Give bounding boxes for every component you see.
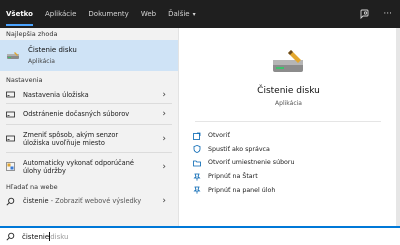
results-panel: Najlepšia zhoda Čistenie disku Aplikácia… bbox=[0, 28, 178, 226]
best-match-heading: Najlepšia zhoda bbox=[6, 30, 58, 38]
chevron-down-icon: ▾ bbox=[192, 10, 196, 18]
open-icon bbox=[193, 132, 201, 140]
search-tab-bar: Všetko Aplikácie Dokumenty Web Ďalšie ▾ ·… bbox=[0, 0, 400, 28]
pin-icon bbox=[193, 186, 201, 194]
search-box[interactable]: čistenie disku bbox=[0, 226, 400, 245]
settings-item-label: Automaticky vykonať odporúčané úlohy údr… bbox=[23, 158, 134, 175]
best-match-name: Čistenie disku bbox=[28, 46, 77, 54]
disk-cleanup-icon bbox=[7, 51, 19, 59]
chevron-right-icon[interactable]: › bbox=[162, 162, 166, 172]
best-match-type: Aplikácia bbox=[28, 58, 55, 65]
settings-item-label: Odstránenie dočasných súborov bbox=[23, 110, 130, 118]
settings-item-storage[interactable]: Nastavenia úložiska › bbox=[0, 86, 178, 103]
shield-icon bbox=[193, 145, 201, 154]
tab-apps-label: Aplikácie bbox=[44, 10, 77, 18]
tab-apps[interactable]: Aplikácie bbox=[39, 0, 82, 28]
tab-strip: Všetko Aplikácie Dokumenty Web Ďalšie ▾ bbox=[0, 0, 202, 28]
best-match-item[interactable]: Čistenie disku Aplikácia bbox=[0, 40, 178, 71]
feedback-icon[interactable] bbox=[359, 9, 369, 19]
folder-icon bbox=[193, 159, 201, 167]
web-search-heading: Hľadať na webe bbox=[6, 183, 58, 191]
search-icon bbox=[6, 232, 15, 241]
disk-cleanup-icon bbox=[273, 50, 303, 72]
chevron-right-icon[interactable]: › bbox=[162, 134, 166, 144]
preview-app-name: Čistenie disku bbox=[257, 86, 320, 96]
divider bbox=[195, 121, 381, 122]
settings-heading: Nastavenia bbox=[6, 76, 43, 84]
settings-item-label: Nastavenia úložiska bbox=[23, 90, 89, 99]
web-search-suffix: - Zobraziť webové výsledky bbox=[48, 197, 142, 205]
scrollbar[interactable] bbox=[396, 28, 400, 226]
web-search-query: čistenie bbox=[23, 197, 49, 205]
action-pin-start[interactable]: Pripnúť na Štart bbox=[193, 170, 295, 184]
settings-item-label: Zmeniť spôsob, akým senzor úložiska uvoľ… bbox=[23, 130, 119, 147]
action-open[interactable]: Otvoriť bbox=[193, 129, 295, 143]
web-search-label: čistenie - Zobraziť webové výsledky bbox=[23, 197, 141, 205]
storage-icon bbox=[6, 91, 15, 98]
action-list: Otvoriť Spustiť ako správca Otvoriť umie… bbox=[193, 129, 295, 197]
tab-web[interactable]: Web bbox=[135, 0, 162, 28]
security-flag-icon bbox=[6, 162, 15, 171]
preview-app-type: Aplikácia bbox=[275, 100, 302, 107]
action-label: Otvoriť umiestnenie súboru bbox=[208, 159, 295, 167]
action-run-as-admin[interactable]: Spustiť ako správca bbox=[193, 143, 295, 157]
settings-item-maintenance[interactable]: Automaticky vykonať odporúčané úlohy údr… bbox=[0, 153, 178, 180]
search-input-text[interactable]: čistenie bbox=[22, 233, 49, 241]
tab-all[interactable]: Všetko bbox=[0, 0, 39, 28]
action-label: Pripnúť na panel úloh bbox=[208, 186, 276, 194]
action-label: Spustiť ako správca bbox=[208, 145, 270, 153]
best-match-text: Čistenie disku Aplikácia bbox=[28, 46, 77, 65]
pin-icon bbox=[193, 173, 201, 181]
settings-item-temp-files[interactable]: Odstránenie dočasných súborov › bbox=[0, 104, 178, 124]
preview-panel: Čistenie disku Aplikácia Otvoriť Spustiť… bbox=[178, 28, 397, 226]
top-actions: ··· bbox=[359, 0, 392, 28]
chevron-right-icon[interactable]: › bbox=[162, 109, 166, 119]
tab-more-label: Ďalšie bbox=[168, 10, 190, 18]
storage-icon bbox=[6, 111, 15, 117]
settings-item-storage-sense[interactable]: Zmeniť spôsob, akým senzor úložiska uvoľ… bbox=[0, 125, 178, 152]
action-open-location[interactable]: Otvoriť umiestnenie súboru bbox=[193, 156, 295, 170]
search-autocomplete-hint: disku bbox=[50, 232, 69, 241]
tab-more[interactable]: Ďalšie ▾ bbox=[162, 0, 202, 28]
tab-documents[interactable]: Dokumenty bbox=[82, 0, 134, 28]
chevron-right-icon[interactable]: › bbox=[162, 90, 166, 100]
tab-web-label: Web bbox=[140, 10, 157, 18]
chevron-right-icon[interactable]: › bbox=[162, 196, 166, 206]
action-label: Otvoriť bbox=[208, 132, 230, 140]
storage-icon bbox=[6, 135, 15, 142]
more-options-icon[interactable]: ··· bbox=[383, 9, 392, 19]
action-label: Pripnúť na Štart bbox=[208, 173, 258, 181]
action-pin-taskbar[interactable]: Pripnúť na panel úloh bbox=[193, 183, 295, 197]
tab-documents-label: Dokumenty bbox=[88, 10, 129, 18]
app-preview: Čistenie disku Aplikácia bbox=[179, 28, 398, 120]
web-search-item[interactable]: čistenie - Zobraziť webové výsledky › bbox=[0, 193, 178, 209]
search-icon bbox=[6, 197, 15, 206]
tab-all-label: Všetko bbox=[6, 10, 33, 18]
